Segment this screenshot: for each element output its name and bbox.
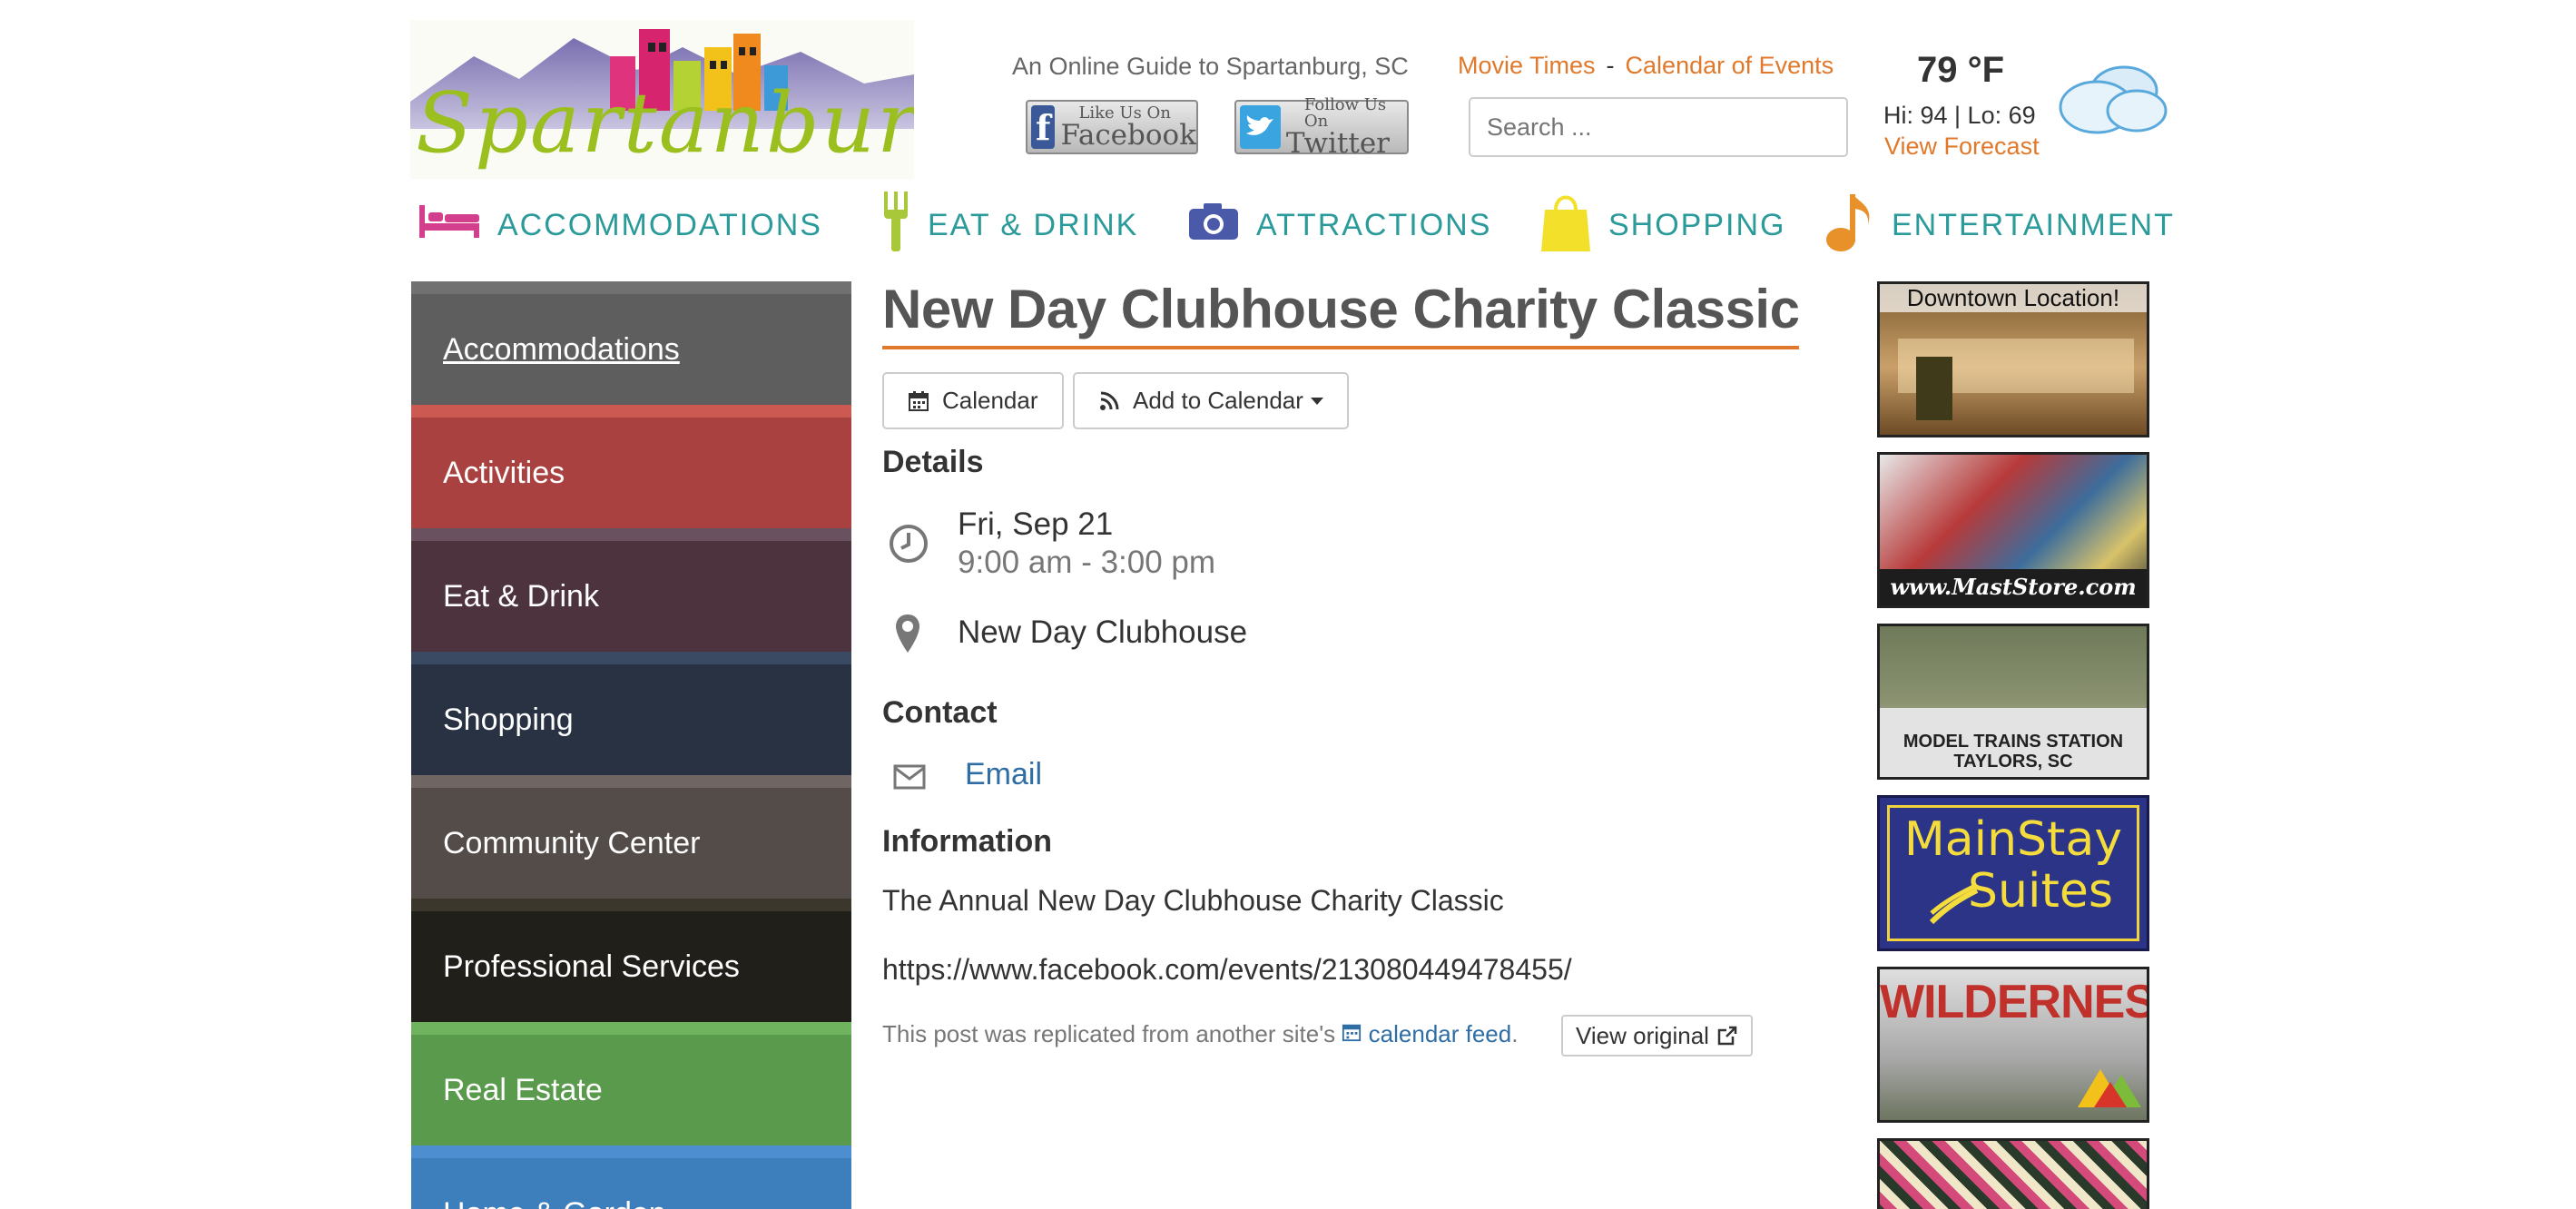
facebook-icon: f bbox=[1031, 105, 1056, 149]
envelope-icon bbox=[893, 764, 926, 790]
site-logo[interactable]: Spartanburg bbox=[410, 20, 914, 179]
nav-entertainment[interactable]: ENTERTAINMENT bbox=[1824, 189, 2175, 261]
ad-wilderness[interactable]: WILDERNESS bbox=[1877, 967, 2149, 1123]
calendar-button-label: Calendar bbox=[942, 387, 1038, 414]
calendar-button[interactable]: Calendar bbox=[882, 372, 1064, 429]
twitter-big-label: Twitter bbox=[1285, 126, 1390, 160]
sidebar-item-label: Activities bbox=[443, 455, 565, 490]
sidebar-item-label: Home & Garden bbox=[443, 1196, 666, 1209]
nav-shopping-label: SHOPPING bbox=[1608, 207, 1786, 242]
information-url: https://www.facebook.com/events/21308044… bbox=[882, 953, 1572, 986]
add-to-calendar-label: Add to Calendar bbox=[1133, 387, 1303, 414]
ad-mast-store[interactable]: www.MastStore.com bbox=[1877, 452, 2149, 608]
view-forecast-link[interactable]: View Forecast bbox=[1884, 133, 2040, 161]
link-separator: - bbox=[1606, 52, 1615, 79]
sidebar-item-activities[interactable]: Activities bbox=[411, 405, 851, 528]
details-heading: Details bbox=[882, 445, 984, 479]
nav-shopping[interactable]: SHOPPING bbox=[1539, 189, 1785, 261]
clock-icon bbox=[890, 525, 928, 563]
top-links: Movie Times - Calendar of Events bbox=[1458, 52, 1834, 80]
page-title: New Day Clubhouse Charity Classic bbox=[882, 278, 1800, 349]
nav-accommodations[interactable]: ACCOMMODATIONS bbox=[418, 189, 822, 261]
movie-times-link[interactable]: Movie Times bbox=[1458, 52, 1596, 79]
fork-icon bbox=[880, 190, 911, 261]
sidebar-item-community-center[interactable]: Community Center bbox=[411, 775, 851, 899]
ad-caption: MODEL TRAINS STATION TAYLORS, SC bbox=[1880, 732, 2147, 772]
sidebar-item-professional-services[interactable]: Professional Services bbox=[411, 899, 851, 1022]
ad-mainstay-suites[interactable]: MainStay Suites bbox=[1877, 795, 2149, 951]
facebook-big-label: Facebook bbox=[1060, 118, 1196, 152]
ad-model-trains[interactable]: MODEL TRAINS STATION TAYLORS, SC bbox=[1877, 624, 2149, 780]
nav-eat-drink-label: EAT & DRINK bbox=[928, 207, 1139, 242]
ad-caption: Downtown Location! bbox=[1880, 284, 2147, 312]
add-to-calendar-button[interactable]: Add to Calendar bbox=[1073, 372, 1349, 429]
sidebar-item-label: Professional Services bbox=[443, 949, 740, 984]
mainstay-logo-icon bbox=[1929, 882, 1979, 925]
information-text: The Annual New Day Clubhouse Charity Cla… bbox=[882, 884, 1504, 917]
map-marker-icon bbox=[896, 614, 919, 653]
ad-caption-line1: MODEL TRAINS STATION bbox=[1903, 732, 2124, 752]
site-tagline: An Online Guide to Spartanburg, SC bbox=[1012, 53, 1409, 80]
weather-hi-lo: Hi: 94 | Lo: 69 bbox=[1883, 102, 2036, 129]
view-original-button[interactable]: View original bbox=[1561, 1015, 1753, 1057]
ad-caption-line2: Suites bbox=[1968, 864, 2113, 919]
calendar-icon bbox=[908, 390, 929, 412]
sidebar-item-home-garden[interactable]: Home & Garden bbox=[411, 1145, 851, 1209]
sidebar-item-eat-drink[interactable]: Eat & Drink bbox=[411, 528, 851, 652]
ad-caption: www.MastStore.com bbox=[1880, 569, 2147, 605]
mountain-logo-icon bbox=[2078, 1069, 2141, 1107]
music-note-icon bbox=[1824, 189, 1875, 262]
sidebar-item-accommodations[interactable]: Accommodations bbox=[411, 281, 851, 405]
nav-attractions[interactable]: ATTRACTIONS bbox=[1187, 189, 1491, 261]
replicated-notice: This post was replicated from another si… bbox=[882, 1020, 1518, 1048]
contact-heading: Contact bbox=[882, 695, 998, 730]
shopping-bag-icon bbox=[1539, 190, 1592, 261]
nav-attractions-label: ATTRACTIONS bbox=[1256, 207, 1492, 242]
ad-caption: WILDERNESS bbox=[1880, 976, 2147, 1028]
ad-caption-line1: MainStay bbox=[1903, 812, 2123, 867]
search-input[interactable] bbox=[1469, 97, 1848, 157]
camera-icon bbox=[1187, 202, 1240, 250]
twitter-icon bbox=[1240, 105, 1281, 149]
view-original-label: View original bbox=[1576, 1021, 1709, 1049]
facebook-button[interactable]: f Like Us On Facebook bbox=[1026, 100, 1198, 154]
sidebar-item-label: Eat & Drink bbox=[443, 578, 599, 614]
calendar-of-events-link[interactable]: Calendar of Events bbox=[1626, 52, 1834, 79]
email-link[interactable]: Email bbox=[965, 757, 1042, 792]
ad-downtown-hotel[interactable]: Downtown Location! bbox=[1877, 281, 2149, 437]
twitter-button[interactable]: Follow Us On Twitter bbox=[1234, 94, 1409, 157]
event-location: New Day Clubhouse bbox=[958, 614, 1248, 650]
sidebar-item-real-estate[interactable]: Real Estate bbox=[411, 1022, 851, 1145]
twitter-small-label: Follow Us On bbox=[1303, 94, 1387, 131]
nav-entertainment-label: ENTERTAINMENT bbox=[1892, 207, 2175, 242]
information-heading: Information bbox=[882, 824, 1052, 859]
sidebar-item-label: Real Estate bbox=[443, 1072, 603, 1107]
chevron-down-icon bbox=[1310, 397, 1323, 405]
sidebar-item-label: Community Center bbox=[443, 825, 701, 860]
event-time: 9:00 am - 3:00 pm bbox=[958, 545, 1216, 580]
logo-wordmark: Spartanburg bbox=[416, 74, 914, 172]
sidebar-item-shopping[interactable]: Shopping bbox=[411, 652, 851, 775]
external-link-icon bbox=[1717, 1026, 1737, 1046]
ad-caption-line2: TAYLORS, SC bbox=[1953, 752, 2073, 772]
ad-quilt[interactable] bbox=[1877, 1138, 2149, 1209]
bed-icon bbox=[418, 203, 481, 248]
nav-accommodations-label: ACCOMMODATIONS bbox=[497, 207, 822, 242]
calendar-icon bbox=[1342, 1024, 1362, 1042]
replicated-suffix: . bbox=[1511, 1020, 1519, 1047]
category-sidebar: Accommodations Activities Eat & Drink Sh… bbox=[411, 281, 851, 1209]
sidebar-item-label: Accommodations bbox=[443, 331, 680, 367]
calendar-feed-link[interactable]: calendar feed bbox=[1342, 1020, 1511, 1047]
event-date: Fri, Sep 21 bbox=[958, 506, 1114, 542]
replicated-prefix: This post was replicated from another si… bbox=[882, 1020, 1336, 1047]
nav-eat-drink[interactable]: EAT & DRINK bbox=[880, 189, 1138, 261]
sidebar-item-label: Shopping bbox=[443, 702, 574, 737]
ad-caption: MainStay Suites bbox=[1880, 812, 2147, 919]
rss-icon bbox=[1098, 390, 1120, 412]
calendar-feed-label: calendar feed bbox=[1368, 1020, 1512, 1047]
cloud-icon bbox=[2059, 65, 2168, 134]
weather-temperature: 79 °F bbox=[1917, 50, 2005, 90]
